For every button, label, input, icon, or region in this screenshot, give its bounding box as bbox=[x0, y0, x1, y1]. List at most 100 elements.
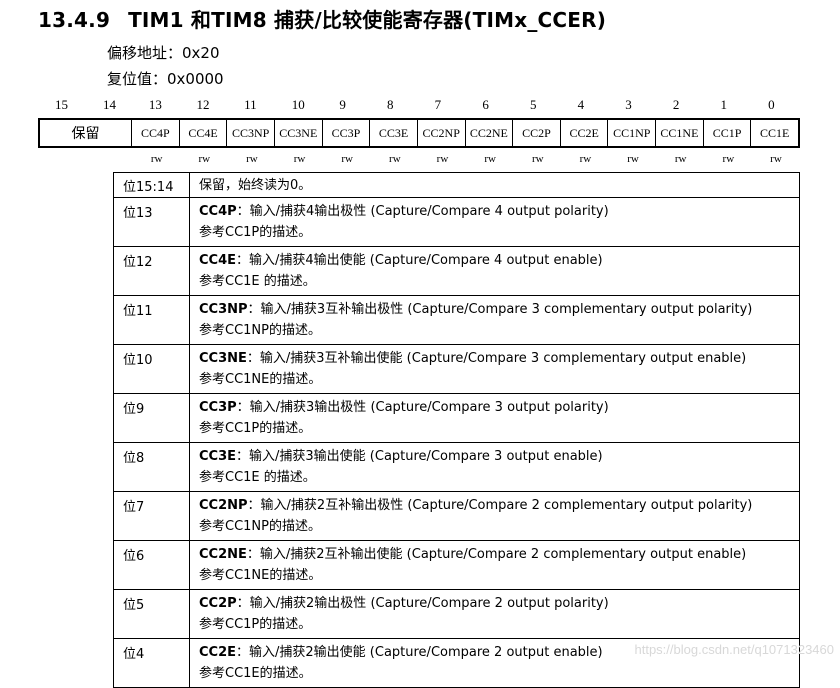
description-line: CC3NP：输入/捕获3互补输出极性 (Capture/Compare 3 co… bbox=[199, 299, 799, 320]
bit-description: CC3P：输入/捕获3输出极性 (Capture/Compare 3 outpu… bbox=[190, 394, 799, 442]
reference-note: 参考CC1P的描述。 bbox=[199, 421, 312, 436]
access-type: rw bbox=[436, 153, 449, 165]
register-field: CC3P bbox=[321, 120, 370, 146]
field-name: CC3NE bbox=[199, 351, 247, 366]
bit-number: 11 bbox=[244, 97, 257, 112]
description-row: 位13 CC4P：输入/捕获4输出极性 (Capture/Compare 4 ou… bbox=[114, 198, 799, 247]
description-row: 位12 CC4E：输入/捕获4输出使能 (Capture/Compare 4 ou… bbox=[114, 247, 799, 296]
reserved-field: 保留 bbox=[71, 126, 100, 142]
reference-note: 参考CC1E 的描述。 bbox=[199, 470, 316, 485]
field-description: ：输入/捕获4输出使能 (Capture/Compare 4 output en… bbox=[236, 253, 603, 268]
register-field: CC2NE bbox=[464, 120, 513, 146]
bit-label: 位10 bbox=[114, 345, 190, 393]
description-line: CC3NE：输入/捕获3互补输出使能 (Capture/Compare 3 co… bbox=[199, 348, 799, 369]
bit-number: 3 bbox=[625, 97, 632, 112]
access-type: rw bbox=[531, 153, 544, 165]
bit-label: 位8 bbox=[114, 443, 190, 491]
register-field: CC2E bbox=[559, 120, 608, 146]
description-row: 位11 CC3NP：输入/捕获3互补输出极性 (Capture/Compare 3… bbox=[114, 296, 799, 345]
bit-number: 8 bbox=[387, 97, 394, 112]
description-row: 位7 CC2NP：输入/捕获2互补输出极性 (Capture/Compare 2 … bbox=[114, 492, 799, 541]
register-field: CC1NP bbox=[607, 120, 655, 146]
register-field: CC4P bbox=[131, 120, 179, 146]
description-row: 位6 CC2NE：输入/捕获2互补输出使能 (Capture/Compare 2 … bbox=[114, 541, 799, 590]
bit-description: CC2P：输入/捕获2输出极性 (Capture/Compare 2 outpu… bbox=[190, 590, 799, 638]
field-name: CC2P bbox=[199, 596, 237, 611]
section-heading: 13.4.9 TIM1 和TIM8 捕获/比较使能寄存器(TIMx_CCER) bbox=[38, 4, 606, 33]
bit-number-row: 15 14 13 12 11 10 9 8 7 6 5 4 3 2 1 0 bbox=[38, 97, 800, 115]
description-line: CC4E：输入/捕获4输出使能 (Capture/Compare 4 outpu… bbox=[199, 250, 799, 271]
bit-label: 位12 bbox=[114, 247, 190, 295]
description-line: CC3E：输入/捕获3输出使能 (Capture/Compare 3 outpu… bbox=[199, 446, 799, 467]
reference-note: 参考CC1P的描述。 bbox=[199, 617, 312, 632]
access-type: rw bbox=[293, 153, 306, 165]
reference-note: 参考CC1NE的描述。 bbox=[199, 372, 322, 387]
access-type: rw bbox=[341, 153, 353, 165]
section-title: TIM1 和TIM8 捕获/比较使能寄存器(TIMx_CCER) bbox=[128, 8, 607, 32]
bit-number: 14 bbox=[103, 97, 116, 112]
reference-note: 参考CC1NE的描述。 bbox=[199, 568, 322, 583]
offset-address: 偏移地址：0x20 bbox=[107, 44, 220, 62]
bit-description: 保留，始终读为0。 bbox=[190, 173, 799, 197]
bit-label: 位5 bbox=[114, 590, 190, 638]
bit-label: 位4 bbox=[114, 639, 190, 687]
field-description: ：输入/捕获2输出极性 (Capture/Compare 2 output po… bbox=[236, 596, 609, 611]
section-number: 13.4.9 bbox=[38, 8, 111, 32]
description-line: CC2NP：输入/捕获2互补输出极性 (Capture/Compare 2 co… bbox=[199, 495, 799, 516]
reference-note: 参考CC1E的描述。 bbox=[199, 666, 312, 681]
field-name: CC3E bbox=[199, 449, 237, 464]
access-type: rw bbox=[198, 153, 211, 165]
description-line: CC2NE：输入/捕获2互补输出使能 (Capture/Compare 2 co… bbox=[199, 544, 799, 565]
bit-label: 位9 bbox=[114, 394, 190, 442]
field-description: 保留，始终读为0。 bbox=[199, 178, 312, 193]
description-row: 位10 CC3NE：输入/捕获3互补输出使能 (Capture/Compare 3… bbox=[114, 345, 799, 394]
description-line: CC3P：输入/捕获3输出极性 (Capture/Compare 3 outpu… bbox=[199, 397, 799, 418]
bit-number: 0 bbox=[768, 97, 775, 112]
field-description: ：输入/捕获3互补输出使能 (Capture/Compare 3 complem… bbox=[246, 351, 747, 366]
bit-description: CC2NP：输入/捕获2互补输出极性 (Capture/Compare 2 co… bbox=[190, 492, 799, 540]
bit-number: 5 bbox=[529, 97, 537, 112]
bit-number: 12 bbox=[196, 97, 210, 112]
bit-label: 位7 bbox=[114, 492, 190, 540]
access-type: rw bbox=[150, 153, 163, 165]
reference-note: 参考CC1E 的描述。 bbox=[199, 274, 316, 289]
field-name: CC2NE bbox=[199, 547, 247, 562]
field-name: CC4E bbox=[199, 253, 237, 268]
field-name: CC2E bbox=[199, 645, 237, 660]
bit-number: 9 bbox=[339, 97, 346, 112]
register-layout: 保留 CC4P CC4E CC3NP CC3NE CC3P CC3E CC2NP CC2NE CC… bbox=[38, 118, 800, 148]
field-description: ：输入/捕获3互补输出极性 (Capture/Compare 3 complem… bbox=[247, 302, 753, 317]
field-description: ：输入/捕获2互补输出极性 (Capture/Compare 2 complem… bbox=[247, 498, 753, 513]
field-name: CC3NP bbox=[199, 302, 248, 317]
watermark: https://blog.csdn.net/q1071323460 bbox=[634, 642, 835, 657]
reset-value: 复位值：0x0000 bbox=[107, 70, 224, 88]
description-line: CC4P：输入/捕获4输出极性 (Capture/Compare 4 outpu… bbox=[199, 201, 799, 222]
access-type: rw bbox=[722, 153, 735, 165]
register-field: CC1P bbox=[702, 120, 751, 146]
description-row: 位15:14 保留，始终读为0。 bbox=[114, 173, 799, 198]
register-field: CC3NE bbox=[273, 120, 322, 146]
bit-description: CC4E：输入/捕获4输出使能 (Capture/Compare 4 outpu… bbox=[190, 247, 799, 295]
bit-label: 位13 bbox=[114, 198, 190, 246]
access-type: rw bbox=[389, 153, 401, 165]
reference-note: 参考CC1P的描述。 bbox=[199, 225, 312, 240]
access-row: rw rw rw rw rw rw rw rw rw rw rw rw rw rw bbox=[38, 153, 800, 167]
field-description: ：输入/捕获4输出极性 (Capture/Compare 4 output po… bbox=[236, 204, 609, 219]
bit-number: 2 bbox=[672, 97, 680, 112]
description-row: 位8 CC3E：输入/捕获3输出使能 (Capture/Compare 3 out… bbox=[114, 443, 799, 492]
bit-label: 位15:14 bbox=[114, 173, 190, 197]
bit-description-table: 位15:14 保留，始终读为0。 位13 CC4P：输入/捕获4输出极性 (Captu… bbox=[113, 172, 800, 688]
field-description: ：输入/捕获2输出使能 (Capture/Compare 2 output en… bbox=[236, 645, 603, 660]
access-type: rw bbox=[579, 153, 592, 165]
bit-label: 位6 bbox=[114, 541, 190, 589]
register-field: CC1NE bbox=[655, 120, 703, 146]
description-line: 保留，始终读为0。 bbox=[199, 175, 799, 196]
register-field: CC1E bbox=[750, 120, 798, 146]
reference-note: 参考CC1NP的描述。 bbox=[199, 519, 321, 534]
bit-description: CC3E：输入/捕获3输出使能 (Capture/Compare 3 outpu… bbox=[190, 443, 799, 491]
register-field: CC4E bbox=[178, 120, 227, 146]
register-field: CC2P bbox=[512, 120, 560, 146]
description-row: 位9 CC3P：输入/捕获3输出极性 (Capture/Compare 3 out… bbox=[114, 394, 799, 443]
access-type: rw bbox=[627, 153, 639, 165]
reference-note: 参考CC1NP的描述。 bbox=[199, 323, 321, 338]
